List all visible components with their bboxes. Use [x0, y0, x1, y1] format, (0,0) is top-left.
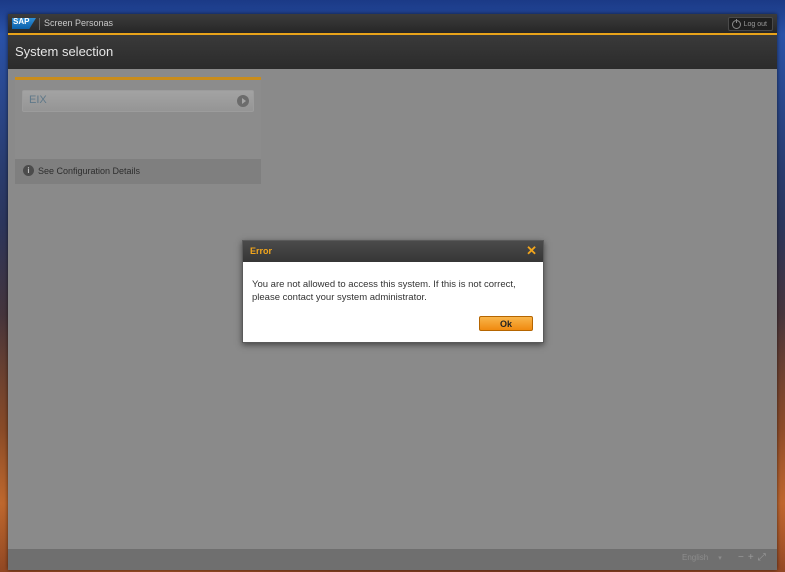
dialog-title: Error — [250, 246, 273, 256]
power-icon — [731, 18, 741, 29]
chevron-down-icon: ▾ — [718, 554, 722, 562]
zoom-in-icon[interactable]: + — [748, 552, 754, 563]
language-label: English — [682, 553, 709, 562]
error-dialog: Error ✕ You are not allowed to access th… — [242, 240, 544, 343]
bottom-bar: English ▾ − + ⤢ — [8, 549, 777, 570]
logout-button[interactable]: Log out — [727, 17, 773, 31]
title-bar: System selection — [8, 35, 777, 69]
product-name: Screen Personas — [44, 18, 114, 28]
fullscreen-icon[interactable]: ⤢ — [758, 552, 766, 563]
zoom-controls: − + ⤢ — [738, 552, 766, 563]
top-bar: SAP Screen Personas Log out — [8, 14, 777, 33]
sap-logo-text: SAP — [13, 17, 30, 26]
config-details-link[interactable]: i See Configuration Details — [23, 165, 140, 176]
system-label: EIX — [29, 94, 47, 106]
arrow-right-icon — [237, 95, 249, 107]
dialog-header: Error ✕ — [243, 241, 543, 262]
system-tile: EIX i See Configuration Details — [15, 77, 261, 184]
config-details-label: See Configuration Details — [38, 165, 141, 176]
language-select[interactable]: English ▾ — [682, 553, 722, 562]
logout-label: Log out — [743, 20, 767, 28]
ok-button[interactable]: Ok — [479, 316, 533, 331]
info-icon: i — [23, 165, 34, 176]
system-button-eix[interactable]: EIX — [22, 90, 254, 112]
divider — [39, 18, 40, 30]
tile-body: EIX — [15, 80, 261, 159]
dialog-message: You are not allowed to access this syste… — [252, 279, 516, 303]
page-title: System selection — [15, 44, 114, 59]
zoom-out-icon[interactable]: − — [738, 552, 744, 563]
sap-logo: SAP — [12, 18, 36, 29]
close-icon[interactable]: ✕ — [526, 244, 537, 258]
